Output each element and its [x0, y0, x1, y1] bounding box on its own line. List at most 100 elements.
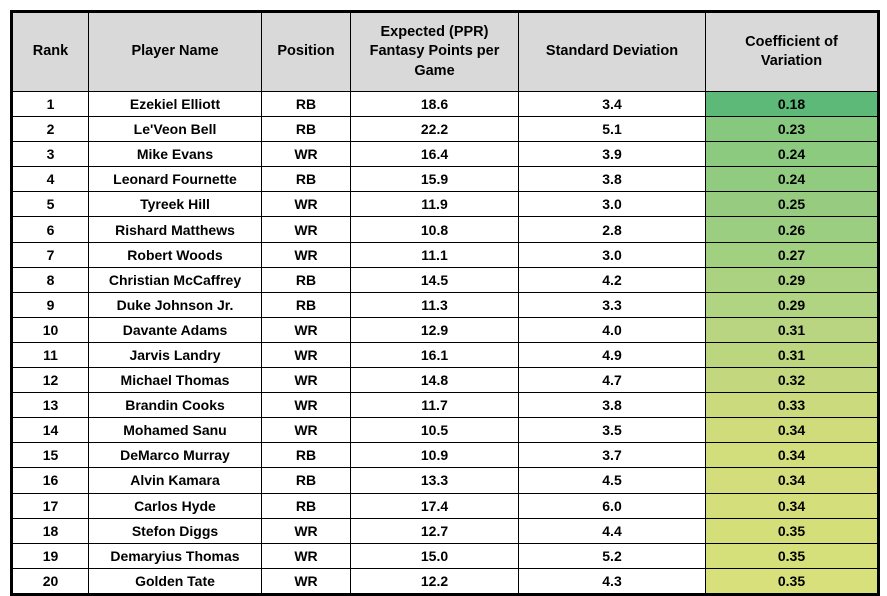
table-row: 16 Alvin Kamara RB 13.3 4.5 0.34 [11, 467, 879, 494]
cell-expected-points: 11.1 [350, 241, 519, 268]
cell-expected-points: 13.3 [350, 467, 519, 494]
cell-player-name: Alvin Kamara [88, 467, 262, 494]
cell-player-name: Duke Johnson Jr. [88, 291, 262, 318]
cell-rank: 9 [11, 291, 89, 318]
cell-rank: 7 [11, 241, 89, 268]
table-row: 7 Robert Woods WR 11.1 3.0 0.27 [11, 241, 879, 268]
cell-standard-deviation: 4.3 [518, 567, 706, 595]
cell-expected-points: 15.0 [350, 542, 519, 569]
cell-expected-points: 16.4 [350, 141, 519, 168]
table-row: 8 Christian McCaffrey RB 14.5 4.2 0.29 [11, 266, 879, 293]
cell-player-name: Robert Woods [88, 241, 262, 268]
cell-position: WR [261, 141, 351, 168]
cell-coefficient-of-variation: 0.29 [705, 266, 879, 293]
cell-coefficient-of-variation: 0.29 [705, 291, 879, 318]
cell-standard-deviation: 5.1 [518, 116, 706, 143]
cell-standard-deviation: 5.2 [518, 542, 706, 569]
table-header: Rank Player Name Position Expected (PPR)… [11, 11, 879, 92]
cell-coefficient-of-variation: 0.24 [705, 166, 879, 193]
cell-standard-deviation: 3.8 [518, 392, 706, 419]
column-header-expected-points: Expected (PPR) Fantasy Points per Game [350, 11, 519, 92]
cell-rank: 20 [11, 567, 89, 595]
cell-coefficient-of-variation: 0.32 [705, 367, 879, 394]
cell-standard-deviation: 4.4 [518, 517, 706, 544]
cell-standard-deviation: 4.2 [518, 266, 706, 293]
column-header-position: Position [261, 11, 351, 92]
cell-standard-deviation: 3.0 [518, 191, 706, 218]
cell-player-name: Michael Thomas [88, 367, 262, 394]
cell-coefficient-of-variation: 0.18 [705, 90, 879, 118]
cell-rank: 18 [11, 517, 89, 544]
cell-player-name: Stefon Diggs [88, 517, 262, 544]
cell-rank: 12 [11, 367, 89, 394]
player-variation-table: Rank Player Name Position Expected (PPR)… [10, 10, 880, 596]
cell-player-name: Leonard Fournette [88, 166, 262, 193]
cell-standard-deviation: 4.5 [518, 467, 706, 494]
cell-rank: 4 [11, 166, 89, 193]
cell-standard-deviation: 4.9 [518, 341, 706, 369]
table-row: 15 DeMarco Murray RB 10.9 3.7 0.34 [11, 442, 879, 469]
cell-expected-points: 14.8 [350, 367, 519, 394]
cell-position: RB [261, 442, 351, 469]
header-label-line: Coefficient of [745, 33, 838, 50]
cell-position: WR [261, 367, 351, 394]
header-row: Rank Player Name Position Expected (PPR)… [11, 11, 879, 92]
cell-coefficient-of-variation: 0.26 [705, 216, 879, 243]
cell-position: RB [261, 291, 351, 318]
cell-position: WR [261, 392, 351, 419]
cell-standard-deviation: 3.4 [518, 90, 706, 118]
fantasy-table-container: Rank Player Name Position Expected (PPR)… [10, 10, 880, 596]
table-row: 17 Carlos Hyde RB 17.4 6.0 0.34 [11, 492, 879, 519]
cell-player-name: Brandin Cooks [88, 392, 262, 419]
cell-expected-points: 12.7 [350, 517, 519, 544]
cell-position: WR [261, 567, 351, 595]
column-header-coefficient-of-variation: Coefficient of Variation [705, 11, 879, 92]
cell-standard-deviation: 4.7 [518, 367, 706, 394]
cell-position: WR [261, 417, 351, 444]
cell-player-name: Carlos Hyde [88, 492, 262, 519]
cell-player-name: Demaryius Thomas [88, 542, 262, 569]
header-label-line: Game [414, 62, 455, 79]
cell-rank: 15 [11, 442, 89, 469]
cell-position: WR [261, 542, 351, 569]
table-row: 5 Tyreek Hill WR 11.9 3.0 0.25 [11, 191, 879, 218]
header-label-line: Fantasy Points per [369, 43, 500, 60]
cell-rank: 17 [11, 492, 89, 519]
table-row: 10 Davante Adams WR 12.9 4.0 0.31 [11, 316, 879, 343]
cell-expected-points: 14.5 [350, 266, 519, 293]
cell-expected-points: 10.5 [350, 417, 519, 444]
header-label-line: Player Name [131, 43, 219, 60]
cell-standard-deviation: 3.7 [518, 442, 706, 469]
cell-player-name: Tyreek Hill [88, 191, 262, 218]
cell-coefficient-of-variation: 0.24 [705, 141, 879, 168]
cell-coefficient-of-variation: 0.35 [705, 517, 879, 544]
cell-coefficient-of-variation: 0.34 [705, 467, 879, 494]
cell-player-name: Le'Veon Bell [88, 116, 262, 143]
cell-coefficient-of-variation: 0.33 [705, 392, 879, 419]
cell-position: RB [261, 467, 351, 494]
cell-rank: 14 [11, 417, 89, 444]
header-label-line: Position [277, 43, 335, 60]
cell-expected-points: 10.9 [350, 442, 519, 469]
cell-rank: 13 [11, 392, 89, 419]
cell-position: RB [261, 90, 351, 118]
table-row: 6 Rishard Matthews WR 10.8 2.8 0.26 [11, 216, 879, 243]
cell-expected-points: 11.7 [350, 392, 519, 419]
cell-standard-deviation: 3.3 [518, 291, 706, 318]
cell-player-name: DeMarco Murray [88, 442, 262, 469]
table-row: 9 Duke Johnson Jr. RB 11.3 3.3 0.29 [11, 291, 879, 318]
column-header-player-name: Player Name [88, 11, 262, 92]
cell-standard-deviation: 3.8 [518, 166, 706, 193]
table-row: 1 Ezekiel Elliott RB 18.6 3.4 0.18 [11, 90, 879, 118]
column-header-standard-deviation: Standard Deviation [518, 11, 706, 92]
cell-expected-points: 15.9 [350, 166, 519, 193]
cell-standard-deviation: 3.5 [518, 417, 706, 444]
cell-coefficient-of-variation: 0.31 [705, 316, 879, 343]
cell-expected-points: 10.8 [350, 216, 519, 243]
cell-player-name: Mohamed Sanu [88, 417, 262, 444]
cell-coefficient-of-variation: 0.31 [705, 341, 879, 369]
table-row: 2 Le'Veon Bell RB 22.2 5.1 0.23 [11, 116, 879, 143]
cell-player-name: Rishard Matthews [88, 216, 262, 243]
cell-coefficient-of-variation: 0.25 [705, 191, 879, 218]
cell-player-name: Ezekiel Elliott [88, 90, 262, 118]
